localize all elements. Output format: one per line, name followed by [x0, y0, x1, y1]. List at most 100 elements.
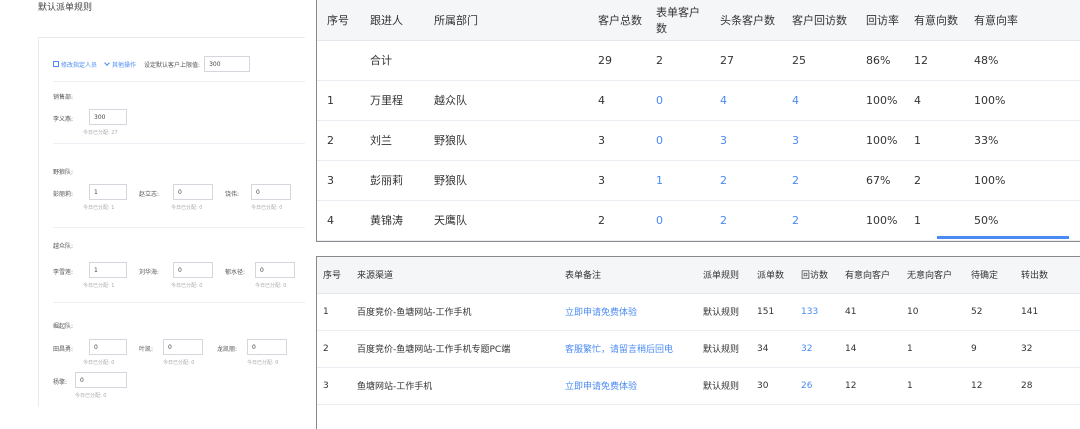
quota-input[interactable]: 300 [89, 109, 127, 125]
col-header[interactable]: 序号 [317, 0, 360, 41]
cell: 100% [964, 160, 1080, 201]
col-header[interactable]: 跟进人 [360, 0, 424, 41]
link-cell[interactable]: 0 [646, 120, 710, 161]
quota-input[interactable]: 0 [75, 372, 127, 388]
table-row: 2 百度竞价-鱼塘网站-工作手机专题PC端 客服繁忙，请留言稍后回电 默认规则 … [317, 330, 1080, 368]
cell: 12 [839, 367, 901, 405]
link-cell[interactable]: 2 [782, 200, 856, 241]
col-header[interactable]: 待确定 [965, 257, 1015, 294]
more-actions-link[interactable]: 其他操作 [104, 60, 136, 69]
quota-input[interactable]: 0 [89, 339, 127, 355]
person-label: 叶凯: [139, 346, 154, 353]
cell: 4 [904, 80, 964, 121]
link-cell[interactable]: 26 [795, 367, 839, 405]
table-header-row: 序号 来源渠道 表单备注 派单规则 派单数 回访数 有意向客户 无意向客户 待确… [317, 257, 1080, 294]
link-cell[interactable]: 0 [646, 200, 710, 241]
limit-input[interactable]: 300 [204, 56, 251, 72]
table-row: 1 百度竞价-鱼塘网站-工作手机 立即申请免费体验 默认规则 151 133 4… [317, 293, 1080, 331]
cell: 1 [317, 293, 351, 331]
col-header[interactable]: 表单客户数 [646, 0, 710, 41]
cell: 32 [1015, 330, 1080, 368]
quota-input[interactable]: 0 [255, 262, 295, 278]
quota-input[interactable]: 0 [247, 339, 287, 355]
col-header[interactable]: 客户回访数 [782, 0, 856, 41]
col-header[interactable]: 无意向客户 [901, 257, 965, 294]
cell: 28 [1015, 367, 1080, 405]
assigned-count: 今日已分配: 1 [83, 205, 115, 211]
assigned-count: 今日已分配: 0 [171, 205, 203, 211]
cell: 2 [904, 160, 964, 201]
link-cell[interactable]: 32 [795, 330, 839, 368]
table-header-row: 序号 跟进人 所属部门 客户总数 表单客户数 头条客户数 客户回访数 回访率 有… [317, 0, 1080, 41]
col-header[interactable]: 序号 [317, 257, 351, 294]
person-label: 刘华海: [139, 269, 160, 276]
form-note-link[interactable]: 立即申请免费体验 [559, 367, 697, 405]
cell: 1 [901, 330, 965, 368]
link-cell[interactable]: 0 [646, 80, 710, 121]
cell: 29 [588, 40, 646, 81]
form-note-link[interactable]: 立即申请免费体验 [559, 293, 697, 331]
cell: 3 [588, 160, 646, 201]
rule-toolbar: 修改指定人员 其他操作 设定默认客户上限值: 300 [53, 55, 251, 73]
quota-input[interactable]: 1 [89, 184, 127, 200]
divider [53, 227, 305, 228]
col-header[interactable]: 所属部门 [424, 0, 588, 41]
form-note-link[interactable]: 客服繁忙，请留言稍后回电 [559, 330, 697, 368]
cell: 86% [856, 40, 904, 81]
cell: 野狼队 [424, 120, 588, 161]
col-header[interactable]: 表单备注 [559, 257, 697, 294]
link-cell[interactable]: 4 [710, 80, 782, 121]
cell: 2 [646, 40, 710, 81]
cell: 默认规则 [697, 330, 751, 368]
cell: 41 [839, 293, 901, 331]
col-header[interactable]: 转出数 [1015, 257, 1080, 294]
link-cell[interactable]: 3 [710, 120, 782, 161]
col-header[interactable]: 有意向数 [904, 0, 964, 41]
limit-label: 设定默认客户上限值: [144, 61, 201, 69]
cell: 12 [965, 367, 1015, 405]
cell: 67% [856, 160, 904, 201]
quota-input[interactable]: 0 [163, 339, 203, 355]
divider [53, 81, 305, 82]
scroll-indicator[interactable] [937, 236, 1069, 239]
cell: 2 [317, 330, 351, 368]
person-label: 饶伟: [225, 191, 240, 198]
link-cell[interactable]: 2 [710, 200, 782, 241]
link-cell[interactable]: 2 [782, 160, 856, 201]
link-cell[interactable]: 2 [710, 160, 782, 201]
person-label: 彭丽莉: [53, 191, 74, 198]
edit-assignees-link[interactable]: 修改指定人员 [53, 60, 97, 69]
link-cell[interactable]: 4 [782, 80, 856, 121]
cell: 1 [904, 120, 964, 161]
col-header[interactable]: 头条客户数 [710, 0, 782, 41]
rule-card: 修改指定人员 其他操作 设定默认客户上限值: 300 销售部: 李义燕: 300… [38, 37, 305, 407]
col-header[interactable]: 回访率 [856, 0, 904, 41]
cell: 天鹰队 [424, 200, 588, 241]
quota-input[interactable]: 0 [251, 184, 291, 200]
cell: 越众队 [424, 80, 588, 121]
link-cell[interactable]: 133 [795, 293, 839, 331]
cell: 百度竞价-鱼塘网站-工作手机 [351, 293, 559, 331]
cell: 1 [317, 80, 360, 121]
cell: 3 [588, 120, 646, 161]
col-header[interactable]: 有意向率 [964, 0, 1080, 41]
quota-input[interactable]: 0 [173, 184, 213, 200]
col-header[interactable]: 回访数 [795, 257, 839, 294]
quota-input[interactable]: 0 [173, 262, 213, 278]
cell: 48% [964, 40, 1080, 81]
col-header[interactable]: 有意向客户 [839, 257, 901, 294]
link-cell[interactable]: 1 [646, 160, 710, 201]
cell: 1 [901, 367, 965, 405]
default-dispatch-panel: 默认派单规则 修改指定人员 其他操作 设定默认客户上限值: 300 销售部: 李… [0, 0, 305, 429]
quota-input[interactable]: 1 [89, 262, 127, 278]
cell: 10 [901, 293, 965, 331]
divider [53, 302, 305, 303]
cell: 27 [710, 40, 782, 81]
col-header[interactable]: 来源渠道 [351, 257, 559, 294]
col-header[interactable]: 派单数 [751, 257, 795, 294]
col-header[interactable]: 客户总数 [588, 0, 646, 41]
source-channel-table: 序号 来源渠道 表单备注 派单规则 派单数 回访数 有意向客户 无意向客户 待确… [316, 256, 1080, 429]
col-header[interactable]: 派单规则 [697, 257, 751, 294]
link-cell[interactable]: 3 [782, 120, 856, 161]
table-row: 4 黄锦涛 天鹰队 2 0 2 2 100% 1 50% [317, 200, 1080, 241]
